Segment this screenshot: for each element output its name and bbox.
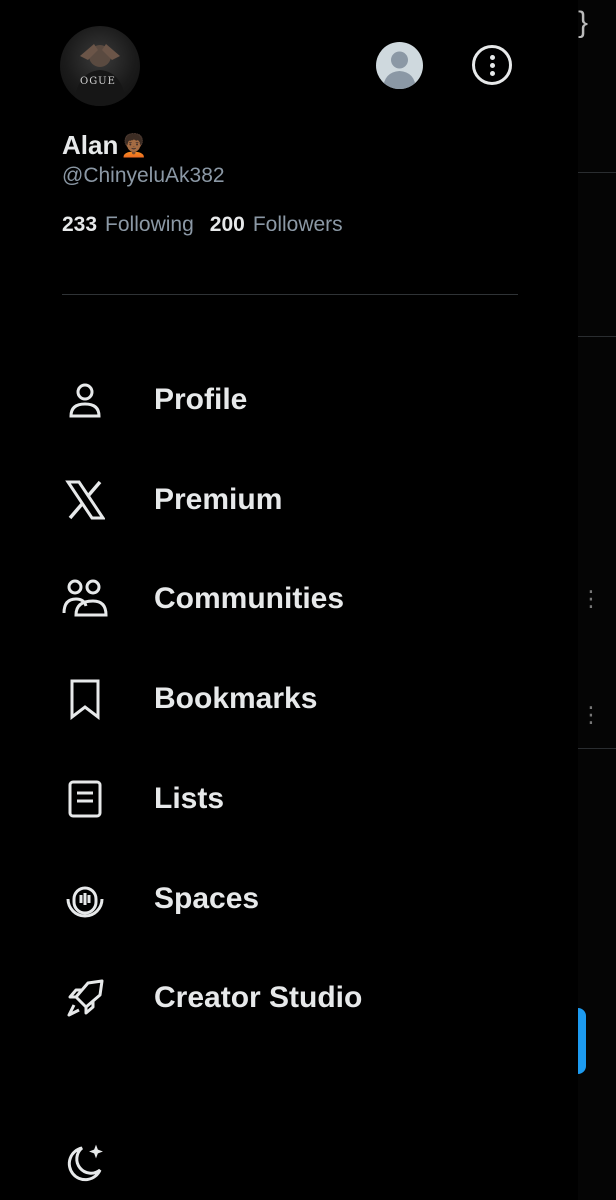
communities-icon [62,576,108,622]
timeline-separator [578,748,616,749]
profile-emoji: 🧑🏾‍🦱 [120,132,148,158]
profile-avatar[interactable]: OGUE [60,26,140,106]
person-icon [62,377,108,423]
rocket-icon [62,975,108,1021]
avatar-shirt-text: OGUE [80,76,116,87]
menu-item-label: Spaces [154,882,260,915]
menu-item-label: Premium [154,483,283,516]
profile-name[interactable]: Alan 🧑🏾‍🦱 [62,130,148,161]
background-timeline: } ⋮ ⋮ [578,0,616,1200]
timeline-edge-icon: } [578,6,589,39]
menu-item-bookmarks[interactable]: Bookmarks [62,669,522,729]
menu-item-label: Communities [154,582,345,615]
list-icon [62,776,108,822]
following-count[interactable]: 233 [62,213,97,237]
menu-item-creator-studio[interactable]: Creator Studio [62,968,522,1028]
menu-item-lists[interactable]: Lists [62,769,522,829]
x-logo-icon [62,477,108,523]
menu-item-spaces[interactable]: Spaces [62,869,522,929]
menu-item-label: Creator Studio [154,981,363,1014]
default-avatar-icon [383,51,416,89]
bookmark-icon [62,676,108,722]
more-options-icon[interactable] [472,45,512,85]
moon-theme-icon[interactable] [62,1142,108,1188]
following-label[interactable]: Following [105,213,194,237]
timeline-more-icon: ⋮ [580,586,602,611]
menu-item-label: Profile [154,383,248,416]
menu-item-communities[interactable]: Communities [62,569,522,629]
switch-account-avatar[interactable] [376,42,423,89]
avatar-image [74,44,126,106]
divider [62,294,518,295]
menu-item-label: Lists [154,782,225,815]
menu-item-label: Bookmarks [154,682,318,715]
profile-handle: @ChinyeluAk382 [62,164,225,187]
menu-item-profile[interactable]: Profile [62,370,522,430]
followers-label[interactable]: Followers [253,213,343,237]
timeline-separator [578,336,616,337]
followers-count[interactable]: 200 [210,213,245,237]
navigation-drawer: OGUE Alan 🧑🏾‍🦱 @ChinyeluAk382 233 Follow… [0,0,578,1200]
spaces-icon [62,876,108,922]
timeline-separator [578,172,616,173]
follow-stats: 233 Following 200 Followers [62,213,351,237]
timeline-more-icon: ⋮ [580,702,602,727]
menu-item-premium[interactable]: Premium [62,470,522,530]
profile-display-name: Alan [62,130,119,160]
compose-button[interactable] [578,1008,586,1074]
